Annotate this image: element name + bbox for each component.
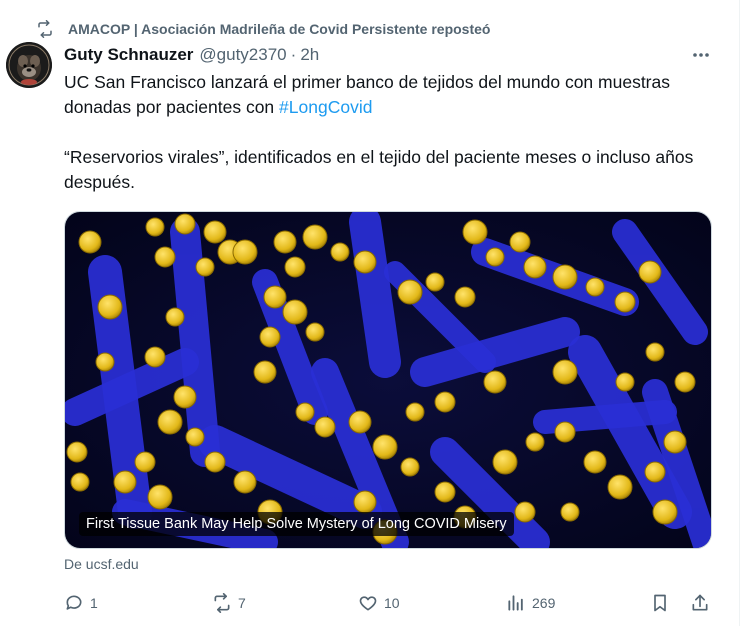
author-handle[interactable]: @guty2370 <box>199 45 286 65</box>
link-card-image[interactable]: First Tissue Bank May Help Solve Mystery… <box>64 211 712 549</box>
card-caption: First Tissue Bank May Help Solve Mystery… <box>79 512 514 536</box>
tweet-paragraph-1: UC San Francisco lanzará el primer banco… <box>64 70 714 120</box>
share-button[interactable] <box>690 588 710 618</box>
more-options-button[interactable] <box>688 44 714 66</box>
separator-dot: · <box>290 45 297 64</box>
virus-micrograph-image <box>65 212 711 548</box>
bookmark-button[interactable] <box>650 588 670 618</box>
avatar-image <box>6 42 52 88</box>
reply-button[interactable]: 1 <box>64 588 98 618</box>
heart-icon <box>359 596 377 611</box>
views-button[interactable]: 269 <box>506 588 555 618</box>
repost-icon <box>214 593 230 613</box>
reply-icon <box>66 595 82 610</box>
card-source[interactable]: De ucsf.edu <box>64 556 139 572</box>
author-name[interactable]: Guty Schnauzer <box>64 45 193 65</box>
like-count: 10 <box>384 595 400 611</box>
tweet-text: UC San Francisco lanzará el primer banco… <box>64 70 714 195</box>
repost-button[interactable]: 7 <box>212 588 246 618</box>
repost-icon <box>38 20 52 38</box>
tweet[interactable]: AMACOP | Asociación Madrileña de Covid P… <box>0 0 740 626</box>
hashtag-link[interactable]: #LongCovid <box>279 97 372 117</box>
avatar[interactable] <box>6 42 52 88</box>
repost-context[interactable]: AMACOP | Asociación Madrileña de Covid P… <box>36 20 490 38</box>
tweet-time[interactable]: 2h <box>300 45 319 65</box>
tweet-header: Guty Schnauzer @guty2370 · 2h <box>64 44 319 66</box>
tweet-paragraph-2: “Reservorios virales”, identificados en … <box>64 147 694 192</box>
like-button[interactable]: 10 <box>358 588 400 618</box>
repost-count: 7 <box>238 595 246 611</box>
bookmark-icon <box>654 594 666 612</box>
analytics-icon <box>508 595 523 611</box>
reply-count: 1 <box>90 595 98 611</box>
action-bar: 1 7 10 269 <box>0 588 740 618</box>
repost-text: AMACOP | Asociación Madrileña de Covid P… <box>68 21 491 37</box>
share-icon <box>692 594 708 611</box>
view-count: 269 <box>532 595 556 611</box>
more-icon <box>693 53 709 57</box>
